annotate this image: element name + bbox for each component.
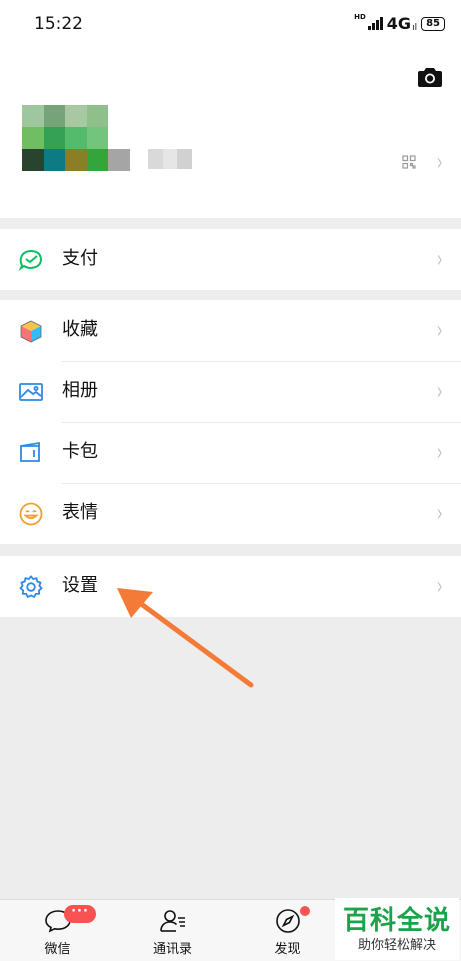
avatar-pixel xyxy=(86,127,109,149)
nickname-pixel xyxy=(148,149,163,169)
menu-item-label: 相册 xyxy=(62,380,98,401)
profile-header[interactable]: › xyxy=(0,50,461,218)
chevron-right-icon: › xyxy=(437,499,444,527)
menu-item-cards[interactable]: 卡包 › xyxy=(0,422,461,483)
new-moments-dot xyxy=(300,906,310,916)
avatar-pixel xyxy=(43,105,66,127)
tab-label: 微信 xyxy=(44,942,71,957)
avatar-pixel xyxy=(86,105,109,127)
card-wallet-icon xyxy=(18,440,44,466)
avatar-pixel xyxy=(65,149,87,171)
unread-badge: ··· xyxy=(64,905,96,923)
chevron-right-icon: › xyxy=(437,572,444,600)
avatar-pixel xyxy=(65,127,87,149)
avatar-pixel xyxy=(108,127,130,149)
tab-discover[interactable]: 发现 xyxy=(230,900,345,961)
network-label: 4G xyxy=(386,14,412,33)
contacts-icon xyxy=(159,908,187,938)
avatar-pixel xyxy=(65,105,87,127)
avatar-pixel xyxy=(22,105,44,127)
chevron-right-icon: › xyxy=(437,377,444,405)
menu-item-label: 设置 xyxy=(62,575,98,596)
avatar-pixel xyxy=(108,149,130,171)
tab-chats[interactable]: ··· 微信 xyxy=(0,900,115,961)
tools-section: 收藏 › 相册 › 卡包 › 表情 › xyxy=(0,300,461,544)
menu-item-label: 卡包 xyxy=(62,441,98,462)
settings-section: 设置 › xyxy=(0,556,461,617)
menu-item-album[interactable]: 相册 › xyxy=(0,361,461,422)
avatar[interactable] xyxy=(22,105,130,171)
smiley-icon xyxy=(18,501,44,527)
gear-icon xyxy=(18,574,44,600)
chevron-right-icon: › xyxy=(437,316,444,344)
avatar-pixel xyxy=(86,149,109,171)
photo-album-icon xyxy=(18,379,44,405)
hd-label: HD xyxy=(354,13,366,21)
tab-contacts[interactable]: 通讯录 xyxy=(115,900,230,961)
battery-icon: 85 xyxy=(421,16,445,31)
tab-label: 通讯录 xyxy=(152,942,192,957)
status-time: 15:22 xyxy=(34,14,83,34)
nickname-blurred xyxy=(148,149,193,169)
avatar-pixel xyxy=(43,127,66,149)
avatar-pixel xyxy=(43,149,66,171)
nickname-pixel xyxy=(162,149,178,169)
watermark-logo: 百科全说 助你轻松解决 xyxy=(335,898,459,960)
avatar-pixel xyxy=(22,127,44,149)
pay-section: 支付 › xyxy=(0,229,461,290)
avatar-pixel xyxy=(108,105,130,127)
watermark-subtitle: 助你轻松解决 xyxy=(357,938,436,953)
menu-item-label: 表情 xyxy=(62,502,98,523)
network-activity-icon: ıl xyxy=(412,23,418,33)
chevron-right-icon: › xyxy=(437,148,444,176)
watermark-title: 百科全说 xyxy=(342,906,451,936)
tab-label: 发现 xyxy=(274,942,301,957)
qr-code-icon[interactable] xyxy=(402,154,416,173)
menu-item-settings[interactable]: 设置 › xyxy=(0,556,461,617)
chevron-right-icon: › xyxy=(437,245,444,273)
menu-item-stickers[interactable]: 表情 › xyxy=(0,483,461,544)
menu-item-label: 收藏 xyxy=(62,319,98,340)
signal-icon xyxy=(367,17,383,30)
menu-item-label: 支付 xyxy=(62,248,98,269)
compass-icon xyxy=(274,908,302,938)
cube-favorites-icon xyxy=(18,318,44,344)
system-icons: HD 4G ıl 85 xyxy=(354,14,445,33)
camera-icon[interactable] xyxy=(418,67,442,91)
wechat-pay-icon xyxy=(18,247,44,273)
status-bar: 15:22 HD 4G ıl 85 xyxy=(0,0,461,50)
menu-item-pay[interactable]: 支付 › xyxy=(0,229,461,290)
avatar-pixel xyxy=(22,149,44,171)
menu-item-favorites[interactable]: 收藏 › xyxy=(0,300,461,361)
nickname-pixel xyxy=(177,149,193,169)
chevron-right-icon: › xyxy=(437,438,444,466)
